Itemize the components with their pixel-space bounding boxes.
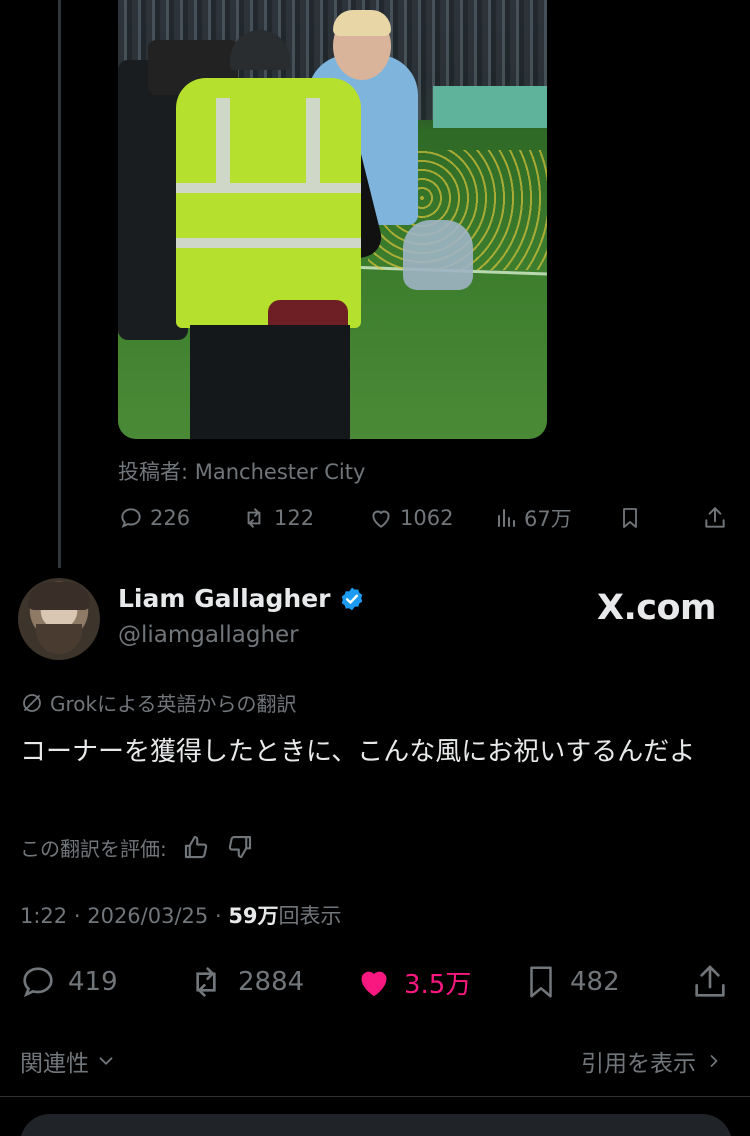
rate-translation-label: この翻訳を評価: bbox=[20, 836, 167, 861]
rate-translation-row: この翻訳を評価: bbox=[20, 832, 255, 862]
repost-button[interactable]: 122 bbox=[240, 500, 314, 536]
quoted-post-action-bar: 226 122 1062 67万 bbox=[118, 500, 730, 536]
reply-composer[interactable] bbox=[20, 1114, 732, 1136]
vest-stripe bbox=[176, 238, 361, 248]
sort-label: 関連性 bbox=[20, 1051, 89, 1077]
view-quotes-link[interactable]: 引用を表示 bbox=[581, 1044, 724, 1078]
translation-note[interactable]: Grokによる英語からの翻訳 bbox=[20, 688, 297, 717]
author-avatar[interactable] bbox=[18, 578, 100, 660]
like-button[interactable]: 3.5万 bbox=[354, 960, 471, 1004]
heart-outline-icon bbox=[372, 510, 390, 528]
bookmark-count: 482 bbox=[570, 967, 620, 997]
thumbs-up-icon[interactable] bbox=[181, 832, 211, 862]
media-trophy bbox=[403, 220, 473, 290]
media-player-hair bbox=[333, 10, 391, 36]
media-steward-trousers bbox=[190, 325, 350, 439]
like-count: 3.5万 bbox=[404, 969, 472, 1000]
reply-count: 419 bbox=[68, 967, 118, 997]
reply-button[interactable]: 419 bbox=[18, 960, 118, 1004]
thread-connector-line bbox=[58, 0, 61, 568]
vest-stripe bbox=[176, 183, 361, 193]
post-time: 1:22 bbox=[20, 904, 68, 928]
author-name-row[interactable]: Liam Gallagher bbox=[118, 584, 365, 613]
sort-relevance-dropdown[interactable]: 関連性 bbox=[20, 1044, 117, 1078]
chevron-down-icon bbox=[99, 1057, 113, 1065]
grok-icon bbox=[23, 693, 41, 712]
media-advertising-board bbox=[433, 86, 547, 128]
view-quotes-label: 引用を表示 bbox=[581, 1051, 696, 1077]
views-count: 67万 bbox=[524, 507, 572, 531]
like-button[interactable]: 1062 bbox=[368, 500, 453, 536]
divider bbox=[0, 1096, 750, 1097]
analytics-bars-icon bbox=[498, 509, 515, 527]
bookmark-button[interactable] bbox=[618, 500, 642, 536]
views-button[interactable]: 67万 bbox=[494, 500, 572, 536]
post-meta: 1:22 · 2026/03/25 · 59万回表示 bbox=[20, 900, 342, 930]
vest-stripe bbox=[216, 98, 230, 188]
reply-icon bbox=[23, 967, 53, 998]
vest-stripe bbox=[306, 98, 320, 188]
author-handle[interactable]: @liamgallagher bbox=[118, 622, 299, 648]
like-count: 1062 bbox=[400, 506, 454, 530]
post-body: コーナーを獲得したときに、こんな風にお祝いするんだよ bbox=[20, 737, 696, 767]
post-view-suffix: 回表示 bbox=[278, 904, 342, 928]
post-view-count: 59万 bbox=[228, 904, 279, 928]
avatar-beard bbox=[36, 624, 82, 654]
repost-icon bbox=[196, 967, 216, 997]
reply-icon bbox=[121, 508, 141, 529]
chevron-right-icon bbox=[710, 1055, 718, 1067]
translation-note-label: Grokによる英語からの翻訳 bbox=[50, 692, 297, 716]
heart-filled-icon bbox=[361, 971, 387, 997]
repost-button[interactable]: 2884 bbox=[184, 960, 304, 1004]
share-icon bbox=[705, 507, 725, 528]
avatar-hair bbox=[28, 582, 90, 610]
meta-separator: · bbox=[73, 904, 88, 928]
repost-count: 122 bbox=[274, 506, 315, 530]
post-action-bar: 419 2884 3.5万 482 bbox=[18, 960, 730, 1004]
share-icon bbox=[695, 965, 725, 997]
repost-icon bbox=[247, 508, 261, 528]
post-date: 2026/03/25 bbox=[87, 904, 209, 928]
bookmark-icon bbox=[530, 966, 552, 998]
media-steward-vest bbox=[176, 78, 361, 328]
repost-count: 2884 bbox=[238, 967, 305, 997]
xcom-watermark: X.com bbox=[596, 588, 717, 628]
video-media[interactable] bbox=[118, 0, 547, 439]
media-source-label[interactable]: 投稿者: Manchester City bbox=[118, 456, 365, 486]
meta-separator: · bbox=[214, 904, 229, 928]
share-button[interactable] bbox=[702, 500, 728, 536]
verified-badge-icon bbox=[341, 587, 362, 610]
reply-count: 226 bbox=[150, 506, 191, 530]
share-button[interactable] bbox=[690, 960, 730, 1004]
bookmark-button[interactable]: 482 bbox=[522, 960, 620, 1004]
reply-button[interactable]: 226 bbox=[118, 500, 190, 536]
thumbs-down-icon[interactable] bbox=[225, 832, 255, 862]
post-detail-screen: 投稿者: Manchester City 226 122 1062 67万 Li… bbox=[0, 0, 750, 1136]
bookmark-icon bbox=[623, 508, 637, 528]
author-name: Liam Gallagher bbox=[118, 584, 331, 613]
